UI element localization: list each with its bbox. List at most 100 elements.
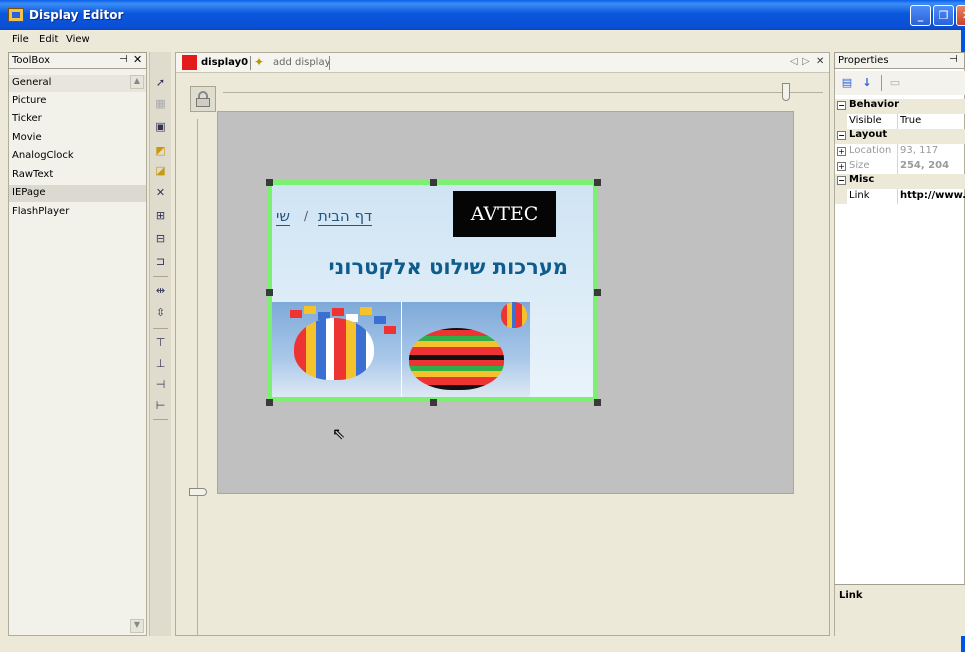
tab-close-icon[interactable]: ✕ [816,56,824,67]
grid-icon[interactable]: ▦ [153,97,168,111]
iepage-element[interactable]: AVTEC דף הבית / שי מערכות שילוט אלקטרוני [267,180,598,402]
align-center-icon[interactable]: ⊞ [153,209,168,223]
vertical-ruler [197,119,198,635]
align-left-edges-icon[interactable]: ⊢ [153,399,168,413]
bring-front-icon[interactable]: ◩ [153,144,168,158]
properties-toolbar: ▤ ↓ ▭ [835,71,965,95]
toolbox-scroll-down-icon[interactable]: ▼ [130,619,144,633]
toolbox-item-movie[interactable]: Movie [9,130,146,147]
property-value[interactable]: http://www. [900,190,965,201]
expand-icon[interactable]: + [837,162,846,171]
toolbox-item-picture[interactable]: Picture [9,93,146,110]
align-top-edges-icon[interactable]: ⊤ [153,336,168,350]
toolbox-title: ToolBox [12,55,51,66]
property-pages-icon[interactable]: ▭ [887,76,903,90]
category-misc[interactable]: − Misc [835,174,965,189]
property-row-location[interactable]: + Location 93, 117 [835,144,965,159]
resize-handle-bottom-left[interactable] [266,399,273,406]
delete-icon[interactable]: ✕ [153,186,168,200]
property-value[interactable]: 254, 204 [900,160,949,171]
menu-edit[interactable]: Edit [39,34,58,45]
strip-separator [153,419,168,420]
tab-scroll-left-icon[interactable]: ◁ [790,56,798,67]
property-row-size[interactable]: + Size 254, 204 [835,159,965,174]
resize-handle-bottom[interactable] [430,399,437,406]
toolbox-scroll-up-icon[interactable]: ▲ [130,75,144,89]
category-label: Behavior [849,99,900,110]
minimize-button[interactable]: _ [910,5,931,26]
title-bar[interactable]: Display Editor _ ❐ ✕ [0,0,965,30]
close-button[interactable]: ✕ [956,5,965,26]
pin-icon[interactable]: ⊣ [949,54,958,65]
menu-bar: File Edit View [0,30,965,50]
collapse-icon[interactable]: − [837,101,846,110]
mosaic-tile [332,308,344,316]
breadcrumb-home: דף הבית [318,207,373,226]
categorized-icon[interactable]: ▤ [839,76,855,90]
space-vertical-icon[interactable]: ⇳ [153,306,168,320]
toolbox-item-iepage[interactable]: IEPage [9,185,146,202]
menu-view[interactable]: View [66,34,90,45]
align-bottom-edges-icon[interactable]: ⊥ [153,357,168,371]
property-row-link[interactable]: Link http://www. [835,189,965,204]
strip-separator [153,328,168,329]
mouse-cursor-icon: ⇖ [332,424,346,443]
align-bottom-icon[interactable]: ⊟ [153,232,168,246]
property-name: Location [849,145,892,156]
horizontal-ruler [223,92,823,93]
alphabetical-sort-icon[interactable]: ↓ [859,76,875,90]
page-headline: מערכות שילוט אלקטרוני [328,255,568,279]
resize-handle-top[interactable] [430,179,437,186]
resize-handle-top-right[interactable] [594,179,601,186]
resize-handle-left[interactable] [266,289,273,296]
window-title: Display Editor [29,8,124,22]
property-value[interactable]: True [900,115,921,126]
space-horizontal-icon[interactable]: ⇹ [153,284,168,298]
add-display-icon[interactable]: ✦ [254,55,264,69]
lock-button[interactable] [190,86,216,112]
description-pane: Link [835,584,965,636]
toolbox-item-rawtext[interactable]: RawText [9,167,146,184]
property-value[interactable]: 93, 117 [900,145,938,156]
pointer-icon[interactable]: ➚ [153,76,168,90]
toolbox-item-flashplayer[interactable]: FlashPlayer [9,204,146,221]
app-icon [8,8,24,22]
tab-separator [250,56,251,70]
toolbox-close-icon[interactable]: ✕ [133,53,142,66]
align-right-icon[interactable]: ⊐ [153,255,168,269]
property-row-visible[interactable]: Visible True [835,114,965,129]
tab-display0[interactable]: display0 [201,57,248,68]
resize-handle-bottom-right[interactable] [594,399,601,406]
toolbox-item-ticker[interactable]: Ticker [9,111,146,128]
maximize-button[interactable]: ❐ [933,5,954,26]
frame-icon[interactable]: ▣ [153,120,168,134]
vertical-ruler-handle[interactable] [189,488,207,496]
horizontal-ruler-handle[interactable] [782,83,790,101]
add-display-tab[interactable]: add display [273,57,331,68]
toolbar-separator [881,75,882,91]
resize-handle-right[interactable] [594,289,601,296]
menu-file[interactable]: File [12,34,29,45]
layout-toolbar: ➚ ▦ ▣ ◩ ◪ ✕ ⊞ ⊟ ⊐ ⇹ ⇳ ⊤ ⊥ ⊣ ⊢ [149,52,171,636]
collapse-icon[interactable]: − [837,131,846,140]
expand-icon[interactable]: + [837,147,846,156]
display-color-swatch [182,55,197,70]
toolbox-group-general[interactable]: General [9,75,146,92]
balloon-left [294,318,374,380]
collapse-icon[interactable]: − [837,176,846,185]
mosaic-tile [360,307,372,315]
resize-handle-top-left[interactable] [266,179,273,186]
property-name: Visible [849,115,882,126]
send-back-icon[interactable]: ◪ [153,164,168,178]
pin-icon[interactable]: ⊣ [119,54,128,65]
align-right-edges-icon[interactable]: ⊣ [153,378,168,392]
display-editor-window: Display Editor _ ❐ ✕ File Edit View Tool… [0,0,965,652]
toolbox-item-analogclock[interactable]: AnalogClock [9,148,146,165]
description-title: Link [839,590,863,601]
category-layout[interactable]: − Layout [835,129,965,144]
tab-scroll-right-icon[interactable]: ▷ [802,56,810,67]
category-behavior[interactable]: − Behavior [835,99,965,114]
breadcrumb-partial: שי [276,207,290,226]
breadcrumb-separator: / [304,209,309,223]
property-name: Link [849,190,870,201]
